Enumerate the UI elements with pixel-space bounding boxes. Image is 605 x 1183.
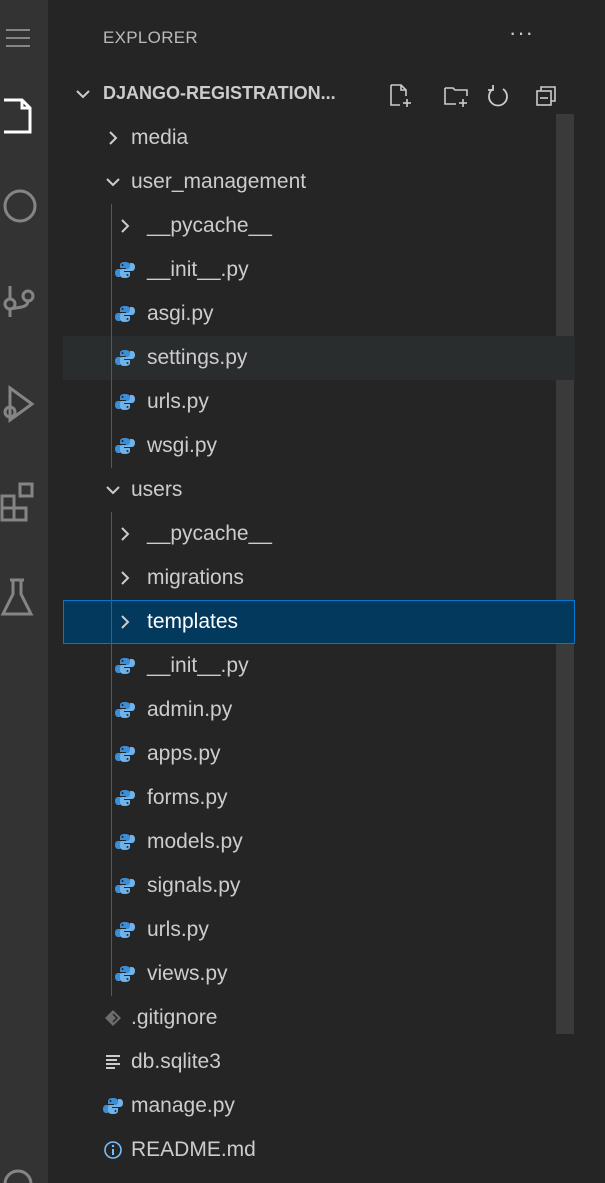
tree-file-row[interactable]: models.py: [63, 820, 575, 864]
tree-file-row[interactable]: wsgi.py: [63, 424, 575, 468]
refresh-icon[interactable]: [483, 80, 513, 110]
python-file-icon: [115, 876, 135, 896]
tree-file-row[interactable]: db.sqlite3: [63, 1040, 575, 1084]
tree-file-row[interactable]: settings.py: [63, 336, 575, 380]
python-file-icon: [115, 964, 135, 984]
tree-item-label: manage.py: [131, 1094, 235, 1117]
python-file-icon: [115, 656, 135, 676]
python-file-icon: [115, 260, 135, 280]
tree-file-row[interactable]: urls.py: [63, 908, 575, 952]
tree-file-row[interactable]: .gitignore: [63, 996, 575, 1040]
chevron-down-icon: [73, 84, 93, 109]
gitignore-file-icon: [103, 1008, 123, 1028]
more-actions-button[interactable]: ···: [509, 20, 534, 46]
new-folder-icon[interactable]: [441, 80, 471, 110]
project-name: DJANGO-REGISTRATION...: [103, 83, 336, 103]
tree-item-label: README.md: [131, 1138, 256, 1161]
python-file-icon: [115, 436, 135, 456]
new-file-icon[interactable]: [385, 80, 415, 110]
activity-bar: [0, 0, 48, 1183]
tree-item-label: urls.py: [147, 390, 209, 413]
tree-folder-row[interactable]: users: [63, 468, 575, 512]
tree-file-row[interactable]: forms.py: [63, 776, 575, 820]
tree-file-row[interactable]: __init__.py: [63, 248, 575, 292]
chevron-right-icon: [115, 568, 135, 588]
chevron-right-icon: [103, 128, 123, 148]
search-icon[interactable]: [0, 182, 48, 230]
tree-file-row[interactable]: README.md: [63, 1128, 575, 1172]
tree-item-label: db.sqlite3: [131, 1050, 221, 1073]
menu-icon[interactable]: [0, 14, 48, 62]
tree-file-row[interactable]: asgi.py: [63, 292, 575, 336]
tree-folder-row[interactable]: migrations: [63, 556, 575, 600]
tree-folder-row[interactable]: templates: [63, 600, 575, 644]
tree-file-row[interactable]: signals.py: [63, 864, 575, 908]
tree-file-row[interactable]: views.py: [63, 952, 575, 996]
accounts-icon[interactable]: [0, 1160, 48, 1183]
explorer-title: EXPLORER: [103, 28, 198, 47]
tree-item-label: user_management: [131, 170, 307, 193]
tree-item-label: media: [131, 126, 189, 149]
info-icon: [103, 1140, 123, 1160]
python-file-icon: [103, 1096, 123, 1116]
tree-item-label: __pycache__: [147, 522, 272, 545]
tree-item-label: .gitignore: [131, 1006, 218, 1029]
python-file-icon: [115, 832, 135, 852]
files-icon[interactable]: [0, 92, 48, 140]
tree-file-row[interactable]: apps.py: [63, 732, 575, 776]
collapse-all-icon[interactable]: [531, 80, 561, 110]
python-file-icon: [115, 788, 135, 808]
testing-icon[interactable]: [0, 574, 48, 622]
run-debug-icon[interactable]: [0, 380, 48, 428]
tree-item-label: urls.py: [147, 918, 209, 941]
database-file-icon: [103, 1052, 123, 1072]
tree-folder-row[interactable]: __pycache__: [63, 512, 575, 556]
tree-item-label: migrations: [147, 566, 244, 589]
chevron-right-icon: [115, 216, 135, 236]
python-file-icon: [115, 700, 135, 720]
chevron-right-icon: [115, 524, 135, 544]
tree-item-label: users: [131, 478, 183, 501]
tree-item-label: forms.py: [147, 786, 228, 809]
tree-item-label: templates: [147, 610, 239, 633]
tree-file-row[interactable]: urls.py: [63, 380, 575, 424]
tree-item-label: models.py: [147, 830, 243, 853]
explorer-sidebar: EXPLORER ··· DJANGO-REGISTRATION... medi…: [63, 0, 605, 1183]
tree-item-label: wsgi.py: [147, 434, 218, 457]
tree-item-label: settings.py: [147, 346, 248, 369]
indent-guide: [111, 512, 112, 996]
tree-file-row[interactable]: __init__.py: [63, 644, 575, 688]
tree-item-label: __init__.py: [147, 654, 249, 677]
python-file-icon: [115, 348, 135, 368]
tree-folder-row[interactable]: __pycache__: [63, 204, 575, 248]
python-file-icon: [115, 304, 135, 324]
tree-item-label: __init__.py: [147, 258, 249, 281]
extensions-icon[interactable]: [0, 478, 48, 526]
chevron-down-icon: [103, 172, 123, 192]
tree-item-label: apps.py: [147, 742, 221, 765]
chevron-right-icon: [115, 612, 135, 632]
tree-item-label: signals.py: [147, 874, 241, 897]
tree-item-label: views.py: [147, 962, 228, 985]
tree-file-row[interactable]: admin.py: [63, 688, 575, 732]
tree-folder-row[interactable]: media: [63, 116, 575, 160]
python-file-icon: [115, 744, 135, 764]
source-control-icon[interactable]: [0, 278, 48, 326]
tree-item-label: admin.py: [147, 698, 233, 721]
tree-file-row[interactable]: manage.py: [63, 1084, 575, 1128]
project-section-header[interactable]: DJANGO-REGISTRATION...: [63, 74, 605, 114]
tree-item-label: asgi.py: [147, 302, 214, 325]
chevron-down-icon: [103, 480, 123, 500]
python-file-icon: [115, 392, 135, 412]
tree-folder-row[interactable]: user_management: [63, 160, 575, 204]
python-file-icon: [115, 920, 135, 940]
indent-guide: [111, 204, 112, 468]
tree-item-label: __pycache__: [147, 214, 272, 237]
